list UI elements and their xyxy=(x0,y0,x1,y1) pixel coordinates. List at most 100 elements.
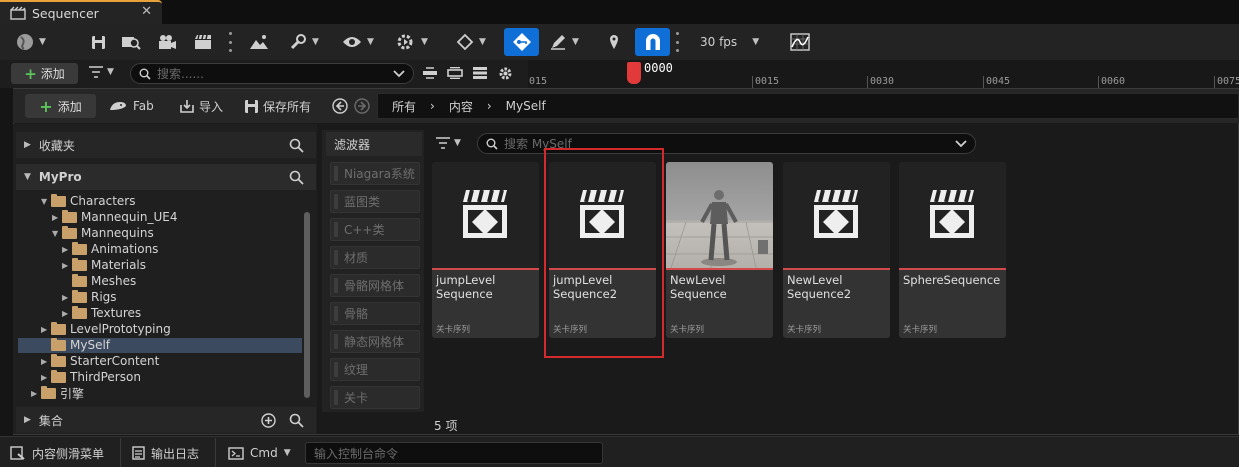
key-button[interactable]: ▼ xyxy=(456,28,486,56)
tree-item[interactable]: ▶ Animations xyxy=(62,241,158,257)
pen-icon xyxy=(549,33,567,51)
filter-button[interactable]: ▼ xyxy=(89,66,114,78)
filter-texture[interactable]: 纹理 xyxy=(330,358,420,381)
asset-card[interactable]: SphereSequence 关卡序列 xyxy=(899,162,1006,338)
tree-item[interactable]: ▼ Mannequins xyxy=(52,225,154,241)
auto-key-button[interactable] xyxy=(504,28,539,56)
save-all-button[interactable]: 保存所有 xyxy=(245,94,311,118)
search-icon[interactable] xyxy=(289,413,304,428)
search-icon xyxy=(139,68,151,80)
tree-item[interactable]: ▶ StarterContent xyxy=(41,353,159,369)
tick-line xyxy=(752,76,753,88)
snap-button[interactable] xyxy=(635,28,670,56)
chevron-down-icon[interactable] xyxy=(955,139,967,148)
tree-item-myself[interactable]: MySelf xyxy=(41,337,110,353)
search-icon[interactable] xyxy=(289,170,304,185)
folder-icon xyxy=(51,369,66,383)
find-in-browser-button[interactable] xyxy=(121,28,141,56)
curve-button[interactable]: ▼ xyxy=(549,28,579,56)
item-count: 5 项 xyxy=(434,419,458,433)
cinematics-button[interactable] xyxy=(249,28,269,56)
folder-icon xyxy=(72,273,87,287)
fab-button[interactable]: Fab xyxy=(108,94,154,118)
breadcrumb-item[interactable]: 内容 xyxy=(449,98,473,115)
asset-card[interactable]: jumpLevel Sequence 关卡序列 xyxy=(432,162,539,338)
add-track-button[interactable]: + 添加 xyxy=(11,63,78,84)
collections-header[interactable]: ▶ 集合 xyxy=(16,407,316,433)
track-search-input[interactable]: 搜索...... xyxy=(130,63,414,84)
tree-item[interactable]: ▶ Rigs xyxy=(62,289,117,305)
save-icon xyxy=(91,35,106,50)
close-icon[interactable]: ✕ xyxy=(141,4,152,19)
folder-open-icon xyxy=(51,193,66,207)
favorites-header[interactable]: ▶ 收藏夹 xyxy=(16,132,316,158)
tree-item[interactable]: ▶ LevelPrototyping xyxy=(41,321,171,337)
asset-type: 关卡序列 xyxy=(787,325,822,335)
view-options-button[interactable]: ▼ xyxy=(342,28,374,56)
back-icon[interactable] xyxy=(332,98,348,114)
chevron-right-icon: ▶ xyxy=(62,308,69,318)
filter-cpp[interactable]: C++类 xyxy=(330,218,420,241)
import-label: 导入 xyxy=(199,99,224,114)
playback-options-button[interactable]: ▼ xyxy=(396,28,428,56)
toolbar-more-icon[interactable] xyxy=(229,32,232,52)
asset-filter-button[interactable]: ▼ xyxy=(436,137,461,149)
add-asset-button[interactable]: + 添加 xyxy=(25,94,96,118)
tools-button[interactable]: ▼ xyxy=(289,28,319,56)
save-button[interactable] xyxy=(91,28,106,56)
output-log-button[interactable]: 输出日志 xyxy=(132,440,199,466)
asset-card[interactable]: NewLevel Sequence 关卡序列 xyxy=(666,162,773,338)
console-command-input[interactable]: 输入控制台命令 xyxy=(305,442,603,464)
chevron-right-icon[interactable]: › xyxy=(430,99,435,113)
tree-item[interactable]: ▶ 引擎 xyxy=(31,385,84,401)
collapse-icon[interactable] xyxy=(423,67,437,79)
curve-editor-button[interactable] xyxy=(790,28,810,56)
list-icon[interactable] xyxy=(473,67,487,79)
asset-card[interactable]: NewLevel Sequence2 关卡序列 xyxy=(783,162,890,338)
fps-dropdown[interactable]: 30 fps ▼ xyxy=(700,28,759,56)
chevron-right-icon[interactable]: › xyxy=(487,99,492,113)
sequencer-toolbar: ▼ ▼ ▼ ▼ ▼ ▼ 30 fps ▼ xyxy=(0,24,1239,60)
render-movie-button[interactable] xyxy=(193,28,213,56)
tree-item[interactable]: ▶ Mannequin_UE4 xyxy=(52,209,177,225)
filter-niagara[interactable]: Niagara系统 xyxy=(330,162,420,185)
folder-icon xyxy=(72,257,87,271)
tree-item[interactable]: ▶ ThirdPerson xyxy=(41,369,141,385)
chevron-down-icon[interactable] xyxy=(393,69,405,78)
playhead[interactable] xyxy=(627,60,641,88)
filter-static-mesh[interactable]: 静态网格体 xyxy=(330,330,420,353)
filter-skeleton[interactable]: 骨骼 xyxy=(330,302,420,325)
filter-material[interactable]: 材质 xyxy=(330,246,420,269)
chevron-down-icon: ▼ xyxy=(367,37,374,47)
filter-skeletal-mesh[interactable]: 骨骼网格体 xyxy=(330,274,420,297)
sequencer-tab[interactable]: Sequencer ✕ xyxy=(0,0,162,24)
marker-button[interactable] xyxy=(608,28,620,56)
content-drawer-button[interactable]: 内容侧滑菜单 xyxy=(10,440,104,466)
add-collection-icon[interactable] xyxy=(261,412,276,428)
project-header[interactable]: ▼ MyPro xyxy=(16,164,316,190)
tree-scrollbar[interactable] xyxy=(304,212,310,398)
world-button[interactable]: ▼ xyxy=(16,28,46,56)
gear-icon[interactable] xyxy=(498,66,513,81)
tree-item[interactable]: ▶ Materials xyxy=(62,257,146,273)
tree-item[interactable]: ▼ Characters xyxy=(41,193,136,209)
filter-blueprint[interactable]: 蓝图类 xyxy=(330,190,420,213)
search-icon[interactable] xyxy=(289,138,304,153)
tab-title: Sequencer xyxy=(32,5,99,21)
tree-item[interactable]: ▶ Textures xyxy=(62,305,141,321)
expand-icon[interactable] xyxy=(447,67,463,79)
tree-item[interactable]: Meshes xyxy=(62,273,136,289)
forward-icon[interactable] xyxy=(354,98,370,114)
filter-level[interactable]: 关卡 xyxy=(330,386,420,409)
clapper-icon xyxy=(814,189,858,238)
globe-icon xyxy=(16,33,34,51)
snap-options-icon[interactable] xyxy=(676,32,679,52)
divider xyxy=(120,438,121,467)
asset-name: NewLevel Sequence xyxy=(670,273,727,301)
breadcrumb-item[interactable]: MySelf xyxy=(506,99,546,113)
breadcrumb-item[interactable]: 所有 xyxy=(392,98,416,115)
chevron-down-icon: ▼ xyxy=(572,37,579,47)
import-button[interactable]: 导入 xyxy=(180,94,223,118)
camera-button[interactable] xyxy=(157,28,177,56)
cmd-dropdown[interactable]: Cmd ▼ xyxy=(228,440,291,466)
